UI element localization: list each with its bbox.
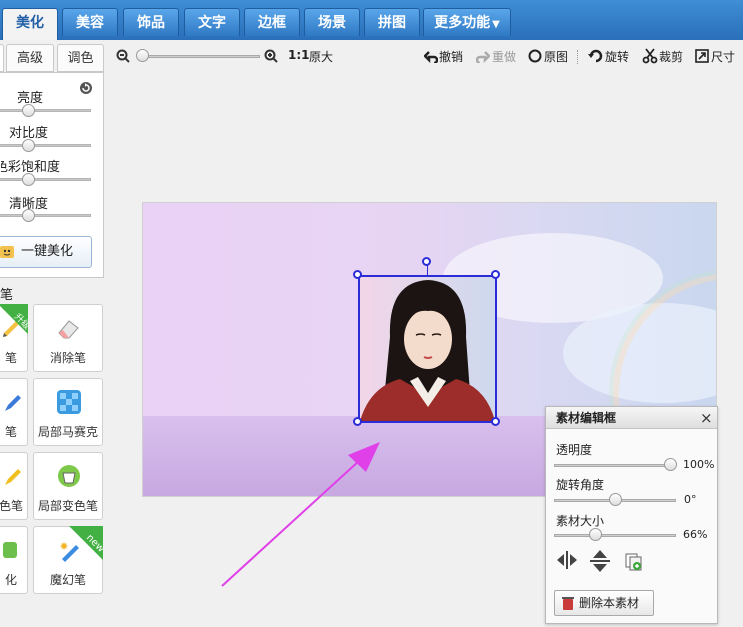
tab-accessories[interactable]: 饰品 [123, 8, 179, 36]
flip-vertical-icon[interactable] [588, 549, 612, 573]
zoom-slider-knob[interactable] [136, 49, 149, 62]
eraser-icon [58, 320, 79, 339]
flip-horizontal-icon[interactable] [556, 549, 580, 571]
rotation-value: 0° [684, 493, 697, 506]
redo-button[interactable]: 重做 [492, 48, 516, 65]
dropdown-caret-icon: ▼ [492, 19, 500, 30]
tab-more-features[interactable]: 更多功能 ▼ [423, 8, 511, 36]
brightness-slider[interactable] [0, 109, 91, 112]
close-icon[interactable]: × [700, 409, 713, 427]
crop-button[interactable]: 裁剪 [659, 48, 683, 65]
tool-local-recolor[interactable]: 局部变色笔 [33, 452, 103, 520]
paint-bucket-icon [58, 465, 80, 487]
rotation-handle[interactable] [422, 257, 431, 266]
zoom-slider[interactable] [138, 55, 260, 58]
tool-color-brush[interactable]: 色笔 [0, 452, 28, 520]
tab-frame[interactable]: 边框 [244, 8, 300, 36]
tool-transform[interactable]: 化 [0, 526, 28, 594]
original-image-icon [528, 49, 542, 63]
redo-icon [476, 51, 490, 63]
undo-icon [424, 51, 438, 63]
tool-local-mosaic[interactable]: 局部马赛克 [33, 378, 103, 446]
tab-scene[interactable]: 场景 [304, 8, 360, 36]
original-size-button[interactable]: 原大 [309, 48, 333, 65]
saturation-knob[interactable] [22, 173, 35, 186]
yellow-brush-icon [5, 469, 21, 485]
sharpness-knob[interactable] [22, 209, 35, 222]
delete-material-button[interactable]: 删除本素材 [554, 590, 654, 616]
original-size-icon: 1:1 [288, 48, 310, 62]
saturation-slider[interactable] [0, 178, 91, 181]
undo-button[interactable]: 撤销 [439, 48, 463, 65]
contrast-slider[interactable] [0, 144, 91, 147]
material-size-value: 66% [683, 528, 708, 541]
subtab-basic[interactable] [0, 44, 4, 72]
blue-brush-icon [5, 395, 21, 411]
opacity-slider[interactable] [554, 464, 676, 467]
sharpness-slider[interactable] [0, 214, 91, 217]
mosaic-icon [57, 390, 81, 414]
green-brush-icon [3, 542, 17, 558]
magic-face-icon [0, 246, 14, 258]
zoom-out-icon[interactable] [116, 49, 130, 63]
tool-magic-brush[interactable]: 魔幻笔 new [33, 526, 103, 594]
rotation-label: 旋转角度 [556, 478, 605, 492]
opacity-value: 100% [683, 458, 715, 471]
material-size-knob[interactable] [589, 528, 602, 541]
tool-brush-2[interactable]: 笔 [0, 378, 28, 446]
new-badge: new [69, 526, 103, 560]
original-image-button[interactable]: 原图 [544, 48, 568, 65]
tool-eraser[interactable]: 消除笔 [33, 304, 103, 372]
material-edit-panel: 素材编辑框 × 透明度 100% 旋转角度 0° 素材大小 66% 删除本素材 [545, 406, 718, 624]
material-size-slider[interactable] [554, 534, 676, 537]
canvas-toolbar: 1:1 原大 撤销 重做 原图 旋转 裁剪 尺寸 [104, 40, 743, 72]
toolbar-divider [577, 50, 578, 64]
contrast-knob[interactable] [22, 139, 35, 152]
resize-button[interactable]: 尺寸 [711, 48, 735, 65]
rotate-button[interactable]: 旋转 [605, 48, 629, 65]
tab-beauty[interactable]: 美容 [62, 8, 118, 36]
brightness-knob[interactable] [22, 104, 35, 117]
brightness-label: 亮度 [17, 91, 44, 106]
trash-icon [562, 597, 574, 610]
left-panel: 高级 调色 亮度 对比度 色彩饱和度 清晰度 一键美化 笔 笔 升级 消除笔 笔… [0, 40, 104, 627]
crop-scissors-icon [642, 48, 658, 64]
resize-handle-bottom-right[interactable] [491, 417, 500, 426]
opacity-knob[interactable] [664, 458, 677, 471]
tab-collage[interactable]: 拼图 [364, 8, 420, 36]
subtab-advanced[interactable]: 高级 [6, 44, 54, 72]
rotate-icon [588, 49, 603, 63]
one-click-beautify-button[interactable]: 一键美化 [0, 236, 92, 268]
material-size-label: 素材大小 [556, 514, 605, 528]
reset-icon[interactable] [79, 81, 93, 95]
tab-text[interactable]: 文字 [184, 8, 240, 36]
saturation-label: 色彩饱和度 [0, 160, 61, 175]
brush-section-title: 笔 [0, 288, 14, 303]
opacity-label: 透明度 [556, 443, 593, 457]
top-tab-bar: 美化 美容 饰品 文字 边框 场景 拼图 更多功能 ▼ [0, 0, 743, 40]
resize-handle-top-right[interactable] [491, 270, 500, 279]
resize-icon [695, 49, 709, 63]
selection-frame[interactable] [358, 275, 497, 423]
upgrade-badge: 升级 [0, 304, 28, 334]
tool-brush-1[interactable]: 笔 升级 [0, 304, 28, 372]
subtab-color[interactable]: 调色 [57, 44, 104, 72]
material-edit-panel-title: 素材编辑框 [546, 407, 717, 429]
pointer-arrow-annotation [221, 442, 380, 587]
zoom-in-icon[interactable] [264, 49, 279, 64]
duplicate-material-icon[interactable] [624, 552, 644, 572]
tab-beautify[interactable]: 美化 [2, 8, 58, 40]
resize-handle-top-left[interactable] [353, 270, 362, 279]
sub-tabs: 高级 调色 [0, 42, 104, 72]
rotation-knob[interactable] [609, 493, 622, 506]
